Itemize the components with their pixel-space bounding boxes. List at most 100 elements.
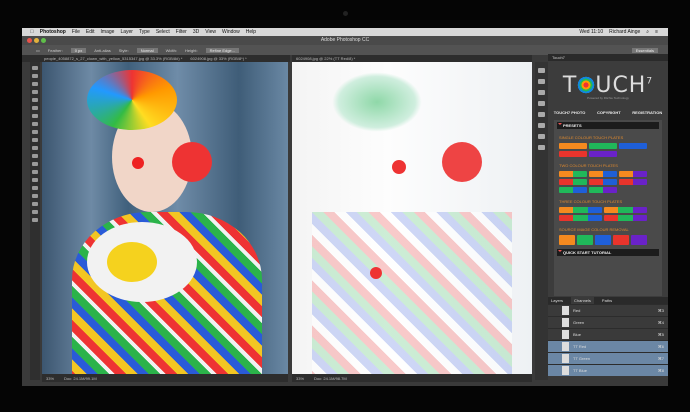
- doc-tab[interactable]: people_4058872_s_27_clown_with_yellow_53…: [44, 56, 182, 61]
- channel-row[interactable]: Green ⌘4: [548, 316, 668, 328]
- preset-green[interactable]: [589, 143, 617, 149]
- healing-icon[interactable]: [32, 114, 38, 118]
- pen-icon[interactable]: [32, 178, 38, 182]
- menu-type[interactable]: Type: [139, 29, 150, 35]
- menu-help[interactable]: Help: [246, 29, 256, 35]
- dodge-icon[interactable]: [32, 170, 38, 174]
- type-icon[interactable]: [32, 186, 38, 190]
- shape-icon[interactable]: [32, 202, 38, 206]
- remove-blue[interactable]: [595, 235, 611, 245]
- preset-red-purple[interactable]: [619, 179, 647, 185]
- touch7-panel-tab[interactable]: Touch7: [548, 54, 668, 61]
- doc-tab[interactable]: 6024908.jpg @ 33% (RGB/8*) *: [190, 56, 246, 61]
- doc-size[interactable]: Doc: 24.1M/98.7M: [314, 376, 347, 381]
- style-select[interactable]: Normal: [136, 47, 158, 53]
- left-document-canvas[interactable]: [42, 62, 288, 374]
- zoom-level[interactable]: 33%: [46, 376, 54, 381]
- tab-layers[interactable]: Layers: [551, 297, 563, 304]
- menu-edit[interactable]: Edit: [86, 29, 95, 35]
- channel-row[interactable]: Blue ⌘5: [548, 328, 668, 340]
- menu-select[interactable]: Select: [156, 29, 170, 35]
- preset-orange-green[interactable]: [559, 171, 587, 177]
- eraser-icon[interactable]: [32, 146, 38, 150]
- apple-menu[interactable]: : [30, 29, 34, 35]
- minimize-button[interactable]: [34, 38, 39, 43]
- menu-view[interactable]: View: [205, 29, 216, 35]
- lasso-tool-icon[interactable]: [32, 82, 38, 86]
- preset-red-green-purple[interactable]: [604, 215, 647, 221]
- presets-header[interactable]: PRESETS: [557, 122, 659, 129]
- preset-blue[interactable]: [619, 143, 647, 149]
- swatches-icon[interactable]: [538, 134, 545, 139]
- close-button[interactable]: [27, 38, 32, 43]
- path-select-icon[interactable]: [32, 194, 38, 198]
- channel-row[interactable]: Red ⌘3: [548, 304, 668, 316]
- move-tool-icon[interactable]: [32, 66, 38, 70]
- preset-green-purple[interactable]: [589, 187, 617, 193]
- preset-red-green-blue[interactable]: [559, 215, 602, 221]
- preset-orange-green-blue[interactable]: [559, 207, 602, 213]
- stamp-icon[interactable]: [32, 130, 38, 134]
- list-icon[interactable]: ≡: [655, 29, 658, 35]
- channel-row[interactable]: TT Red ⌘6: [548, 340, 668, 352]
- refine-edge-button[interactable]: Refine Edge...: [205, 47, 239, 53]
- play-icon[interactable]: [538, 79, 545, 84]
- channel-row[interactable]: TT Green ⌘7: [548, 352, 668, 364]
- info-icon[interactable]: [538, 101, 545, 106]
- feather-input[interactable]: 0 px: [70, 47, 87, 53]
- doc-tab[interactable]: 6024908.jpg @ 22% (TT Red/8) *: [296, 56, 355, 61]
- preset-red[interactable]: [559, 151, 587, 157]
- preset-red-blue[interactable]: [589, 179, 617, 185]
- quick-start-tutorial[interactable]: QUICK START TUTORIAL: [557, 249, 659, 256]
- tab-registration[interactable]: REGISTRATION: [632, 110, 662, 115]
- user-name[interactable]: Richard Ainge: [609, 29, 640, 35]
- preset-orange-green-purple[interactable]: [604, 207, 647, 213]
- search-icon[interactable]: ⌕: [646, 29, 649, 35]
- touch7-icon[interactable]: [538, 145, 545, 150]
- quick-select-icon[interactable]: [32, 90, 38, 94]
- preset-green-blue[interactable]: [559, 187, 587, 193]
- workspace-select[interactable]: Essentials: [631, 47, 658, 53]
- preset-purple[interactable]: [589, 151, 617, 157]
- properties-icon[interactable]: [538, 90, 545, 95]
- remove-purple[interactable]: [631, 235, 647, 245]
- preset-orange-blue[interactable]: [589, 171, 617, 177]
- gradient-icon[interactable]: [32, 154, 38, 158]
- zoom-button[interactable]: [41, 38, 46, 43]
- menu-3d[interactable]: 3D: [193, 29, 199, 35]
- zoom-tool-icon[interactable]: [32, 218, 38, 222]
- menu-image[interactable]: Image: [101, 29, 115, 35]
- channel-row[interactable]: TT Blue ⌘8: [548, 364, 668, 376]
- menu-layer[interactable]: Layer: [120, 29, 133, 35]
- preset-orange[interactable]: [559, 143, 587, 149]
- menu-window[interactable]: Window: [222, 29, 240, 35]
- tab-channels[interactable]: Channels: [571, 297, 594, 304]
- clock[interactable]: Wed 11:10: [579, 29, 603, 35]
- history-icon[interactable]: [538, 68, 545, 73]
- preset-red-green[interactable]: [559, 179, 587, 185]
- character-icon[interactable]: [538, 123, 545, 128]
- marquee-tool-icon[interactable]: ▭: [36, 48, 40, 53]
- zoom-level[interactable]: 33%: [296, 376, 304, 381]
- tab-touch7-photo[interactable]: TOUCH7 PHOTO: [554, 110, 586, 115]
- marquee-tool-icon[interactable]: [32, 74, 38, 78]
- menu-filter[interactable]: Filter: [176, 29, 187, 35]
- eyedropper-icon[interactable]: [32, 106, 38, 110]
- doc-size[interactable]: Doc: 24.1M/99.1M: [64, 376, 97, 381]
- menu-file[interactable]: File: [72, 29, 80, 35]
- brush-presets-icon[interactable]: [538, 112, 545, 117]
- remove-red[interactable]: [613, 235, 629, 245]
- hand-icon[interactable]: [32, 210, 38, 214]
- right-document-canvas[interactable]: [292, 62, 532, 374]
- preset-orange-purple[interactable]: [619, 171, 647, 177]
- crop-tool-icon[interactable]: [32, 98, 38, 102]
- blur-icon[interactable]: [32, 162, 38, 166]
- history-brush-icon[interactable]: [32, 138, 38, 142]
- antialias-checkbox[interactable]: Anti-alias: [94, 48, 110, 53]
- brush-icon[interactable]: [32, 122, 38, 126]
- tab-paths[interactable]: Paths: [602, 297, 612, 304]
- tab-copyright[interactable]: COPYRIGHT: [597, 110, 621, 115]
- remove-green[interactable]: [577, 235, 593, 245]
- menu-photoshop[interactable]: Photoshop: [40, 29, 66, 35]
- remove-orange[interactable]: [559, 235, 575, 245]
